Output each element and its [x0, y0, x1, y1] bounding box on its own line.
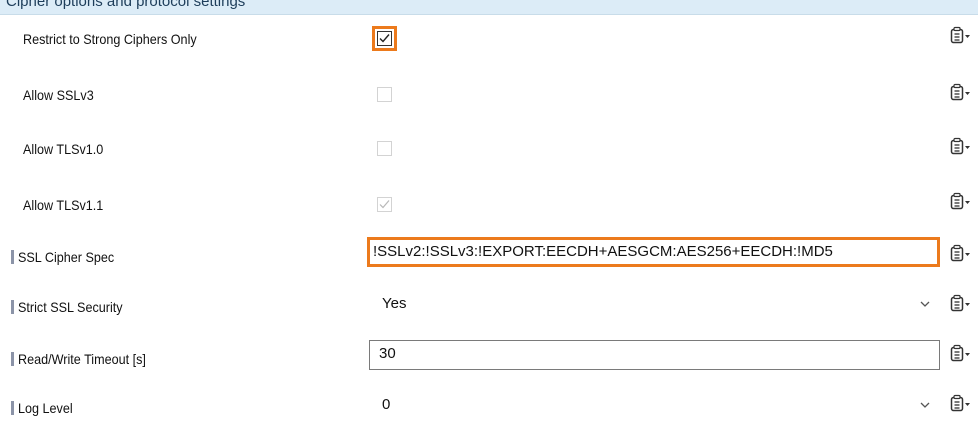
setting-row-strict-ssl-security: Strict SSL Security Yes	[0, 287, 978, 327]
setting-row-restrict-strong-ciphers: Restrict to Strong Ciphers Only	[0, 19, 978, 59]
clipboard-list-dropdown-icon	[950, 192, 970, 210]
chevron-down-icon	[920, 301, 930, 307]
inheritance-marker	[11, 300, 14, 314]
allow-tlsv10-checkbox[interactable]	[377, 141, 392, 156]
setting-row-ssl-cipher-spec: SSL Cipher Spec !SSLv2:!SSLv3:!EXPORT:EE…	[0, 237, 978, 277]
options-menu-button[interactable]	[949, 244, 973, 264]
dropdown-value: Yes	[382, 295, 407, 312]
clipboard-list-dropdown-icon	[950, 244, 970, 262]
read-write-timeout-input[interactable]: 30	[369, 340, 940, 370]
dropdown-value: 0	[382, 396, 391, 413]
options-menu-button[interactable]	[949, 394, 973, 414]
allow-sslv3-checkbox[interactable]	[377, 87, 392, 102]
clipboard-list-dropdown-icon	[950, 137, 970, 155]
checkmark-icon	[379, 200, 390, 209]
setting-label: SSL Cipher Spec	[18, 249, 115, 265]
setting-label: Log Level	[18, 400, 73, 416]
clipboard-list-dropdown-icon	[950, 344, 970, 362]
setting-label: Allow TLSv1.1	[23, 197, 104, 213]
setting-row-log-level: Log Level 0	[0, 388, 978, 428]
inheritance-marker	[11, 352, 14, 366]
log-level-dropdown[interactable]: 0	[368, 390, 939, 420]
setting-label: Allow TLSv1.0	[23, 141, 104, 157]
options-menu-button[interactable]	[949, 83, 973, 103]
setting-row-read-write-timeout: Read/Write Timeout [s] 30	[0, 338, 978, 378]
strict-ssl-security-dropdown[interactable]: Yes	[368, 289, 939, 319]
options-menu-button[interactable]	[949, 294, 973, 314]
setting-label: Strict SSL Security	[18, 299, 123, 315]
setting-row-allow-sslv3: Allow SSLv3	[0, 75, 978, 115]
ssl-cipher-spec-input[interactable]: !SSLv2:!SSLv3:!EXPORT:EECDH+AESGCM:AES25…	[367, 237, 940, 267]
section-header: Cipher options and protocol settings	[0, 0, 978, 15]
chevron-down-icon	[920, 402, 930, 408]
clipboard-list-dropdown-icon	[950, 294, 970, 312]
section-header-text: Cipher options and protocol settings	[6, 0, 246, 10]
options-menu-button[interactable]	[949, 26, 973, 46]
clipboard-list-dropdown-icon	[950, 26, 970, 44]
setting-label: Allow SSLv3	[23, 87, 94, 103]
options-menu-button[interactable]	[949, 344, 973, 364]
options-menu-button[interactable]	[949, 137, 973, 157]
inheritance-marker	[11, 401, 14, 415]
clipboard-list-dropdown-icon	[950, 83, 970, 101]
setting-label: Restrict to Strong Ciphers Only	[23, 31, 197, 47]
setting-label: Read/Write Timeout [s]	[18, 351, 146, 367]
options-menu-button[interactable]	[949, 192, 973, 212]
setting-row-allow-tlsv10: Allow TLSv1.0	[0, 129, 978, 169]
setting-row-allow-tlsv11: Allow TLSv1.1	[0, 185, 978, 225]
clipboard-list-dropdown-icon	[950, 394, 970, 412]
inheritance-marker	[11, 250, 14, 264]
checkmark-icon	[379, 34, 390, 43]
restrict-strong-ciphers-checkbox[interactable]	[372, 26, 397, 51]
allow-tlsv11-checkbox[interactable]	[377, 197, 392, 212]
